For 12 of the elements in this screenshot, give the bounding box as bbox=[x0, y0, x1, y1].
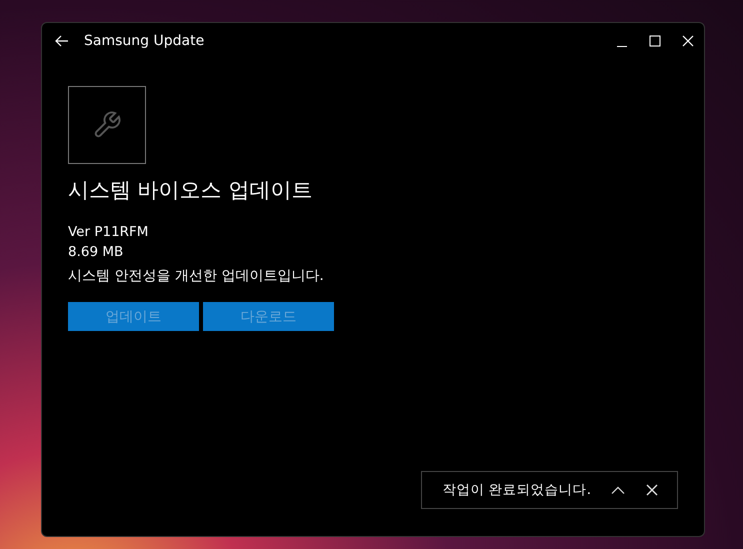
update-title: 시스템 바이오스 업데이트 bbox=[68, 177, 312, 204]
maximize-icon bbox=[648, 35, 660, 47]
version-text: Ver P11RFM bbox=[68, 223, 148, 242]
wrench-icon bbox=[92, 110, 122, 140]
description-text: 시스템 안전성을 개선한 업데이트입니다. bbox=[68, 267, 324, 286]
chevron-up-icon bbox=[611, 486, 625, 494]
size-text: 8.69 MB bbox=[68, 243, 124, 262]
close-icon bbox=[682, 35, 694, 47]
window-title: Samsung Update bbox=[84, 33, 204, 49]
back-arrow-icon bbox=[55, 35, 69, 47]
close-icon bbox=[646, 484, 658, 496]
notification-message: 작업이 완료되었습니다. bbox=[442, 481, 591, 499]
